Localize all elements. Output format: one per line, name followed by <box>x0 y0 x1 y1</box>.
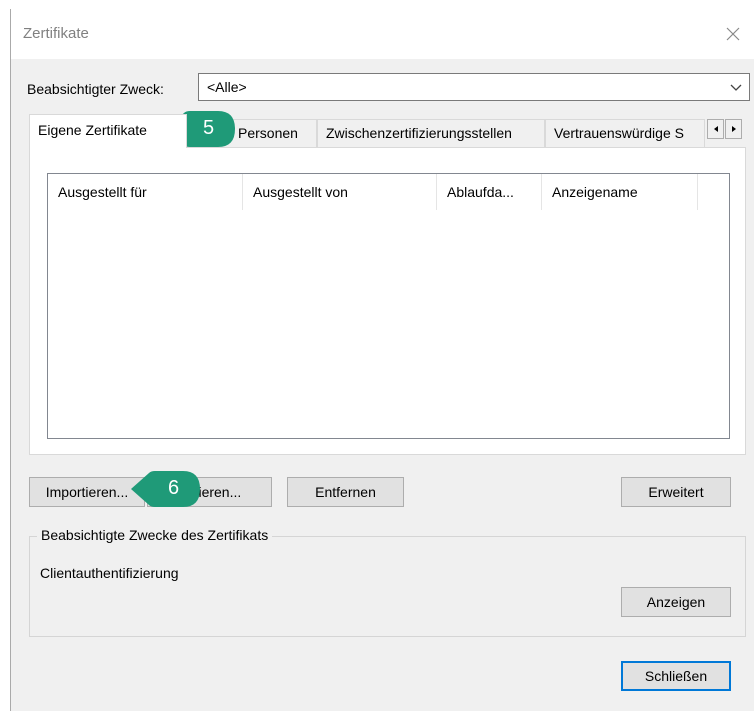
import-button[interactable]: Importieren... <box>29 477 145 507</box>
chevron-down-icon <box>730 84 742 91</box>
purpose-label: Beabsichtigter Zweck: <box>27 81 164 97</box>
purposes-group-title: Beabsichtigte Zwecke des Zertifikats <box>37 527 273 543</box>
callout-5-number: 5 <box>203 117 215 139</box>
column-header-issued-to[interactable]: Ausgestellt für <box>48 174 243 210</box>
tab-personen-label: Personen <box>238 125 298 141</box>
tab-zwischenzertifizierungsstellen[interactable]: Zwischenzertifizierungsstellen <box>317 119 545 147</box>
column-header-expiry[interactable]: Ablaufda... <box>437 174 542 210</box>
window-title: Zertifikate <box>23 25 89 42</box>
close-window-button[interactable] <box>711 9 754 59</box>
tab-eigene-zertifikate[interactable]: Eigene Zertifikate <box>29 114 187 148</box>
close-icon <box>726 27 740 41</box>
arrow-right-icon <box>731 126 736 132</box>
certificate-list[interactable]: Ausgestellt für Ausgestellt von Ablaufda… <box>47 173 730 439</box>
purpose-select[interactable]: <Alle> <box>198 73 750 101</box>
close-button[interactable]: Schließen <box>621 661 731 691</box>
remove-button[interactable]: Entfernen <box>287 477 404 507</box>
column-header-display-name[interactable]: Anzeigename <box>542 174 698 210</box>
view-button[interactable]: Anzeigen <box>621 587 731 617</box>
callout-6-number: 6 <box>168 477 180 499</box>
certificates-dialog: Zertifikate Beabsichtigter Zweck: <Alle>… <box>10 9 754 711</box>
purposes-value: Clientauthentifizierung <box>40 565 179 581</box>
advanced-button[interactable]: Erweitert <box>621 477 731 507</box>
callout-6: 6 <box>131 470 201 508</box>
purpose-select-value: <Alle> <box>207 79 247 95</box>
arrow-left-icon <box>713 126 718 132</box>
tab-scroll-right-button[interactable] <box>725 119 742 139</box>
column-header-issued-by[interactable]: Ausgestellt von <box>243 174 437 210</box>
callout-badge-icon <box>131 471 200 507</box>
tab-vertrauenswuerdige[interactable]: Vertrauenswürdige S <box>545 119 705 147</box>
tab-scroll-left-button[interactable] <box>707 119 724 139</box>
title-bar: Zertifikate <box>11 9 754 59</box>
